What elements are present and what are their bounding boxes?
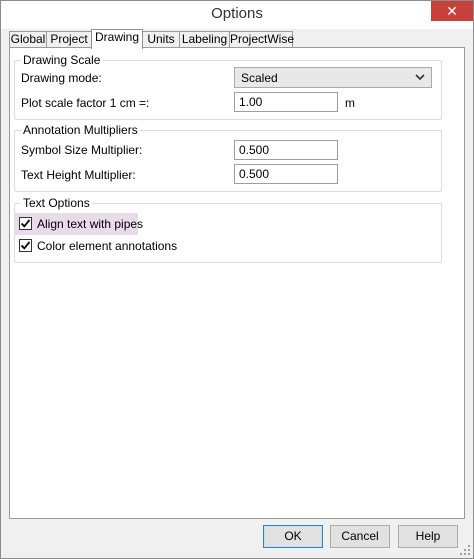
annotation-multipliers-group: Annotation Multipliers Symbol Size Multi…	[14, 123, 442, 192]
text-height-input[interactable]: 0.500	[234, 164, 338, 184]
check-icon	[20, 241, 31, 250]
drawing-mode-select[interactable]: Scaled	[234, 67, 432, 88]
drawing-mode-value: Scaled	[241, 71, 278, 85]
close-icon: ✕	[446, 3, 458, 19]
align-text-checkbox[interactable]	[19, 217, 32, 230]
options-dialog: Options ✕ Global Project Drawing Units L…	[0, 0, 474, 559]
text-options-group: Text Options Align text with pipes Color…	[14, 196, 442, 263]
tab-labeling[interactable]: Labeling	[179, 31, 230, 48]
window-title: Options	[211, 5, 263, 22]
annotation-multipliers-title: Annotation Multipliers	[21, 123, 140, 137]
align-text-label: Align text with pipes	[37, 217, 144, 231]
chevron-down-icon	[415, 74, 425, 81]
color-annotations-checkbox-row[interactable]: Color element annotations	[15, 235, 185, 257]
color-annotations-label: Color element annotations	[37, 239, 178, 253]
title-bar: Options ✕	[1, 1, 473, 29]
ok-button[interactable]: OK	[263, 525, 323, 548]
drawing-mode-label: Drawing mode:	[21, 71, 102, 85]
symbol-size-label: Symbol Size Multiplier:	[21, 143, 143, 157]
drawing-scale-title: Drawing Scale	[21, 53, 103, 67]
help-button[interactable]: Help	[398, 525, 458, 548]
cancel-button[interactable]: Cancel	[330, 525, 390, 548]
drawing-tab-panel: Drawing Scale Drawing mode: Scaled Plot …	[9, 47, 465, 519]
tab-drawing[interactable]: Drawing	[91, 29, 143, 49]
align-text-checkbox-row[interactable]: Align text with pipes	[15, 213, 143, 235]
text-options-title: Text Options	[21, 196, 92, 210]
check-icon	[20, 219, 31, 228]
color-annotations-checkbox[interactable]	[19, 239, 32, 252]
symbol-size-input[interactable]: 0.500	[234, 140, 338, 160]
tab-units[interactable]: Units	[142, 31, 180, 48]
close-button[interactable]: ✕	[431, 1, 473, 21]
text-height-label: Text Height Multiplier:	[21, 168, 136, 182]
tab-project[interactable]: Project	[46, 31, 92, 48]
plot-scale-unit: m	[345, 96, 355, 110]
plot-scale-label: Plot scale factor 1 cm =:	[21, 96, 150, 110]
plot-scale-input[interactable]: 1.00	[234, 92, 338, 112]
tab-projectwise[interactable]: ProjectWise	[229, 31, 294, 48]
tab-global[interactable]: Global	[9, 31, 47, 48]
drawing-scale-group: Drawing Scale Drawing mode: Scaled Plot …	[14, 53, 442, 120]
resize-grip-icon[interactable]	[459, 544, 471, 556]
